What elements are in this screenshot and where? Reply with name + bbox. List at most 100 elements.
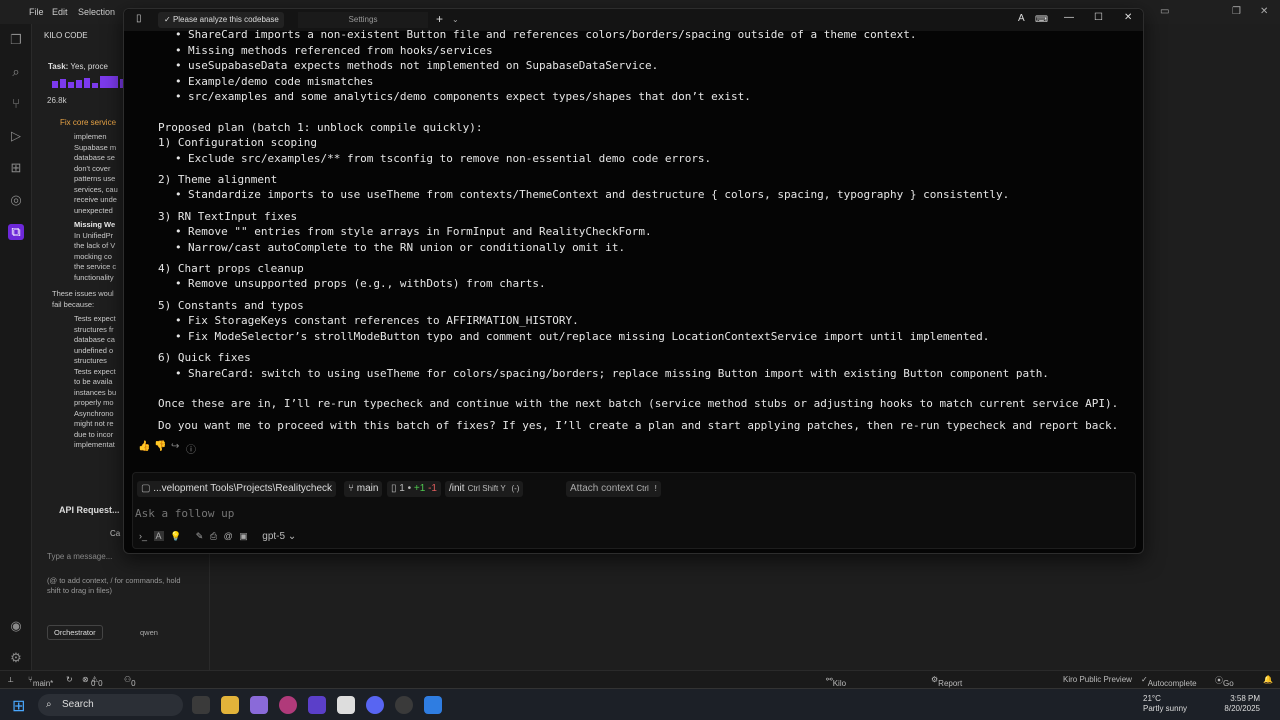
bullet-line: Missing methods referenced from hooks/se… — [158, 43, 493, 58]
cancel-button[interactable]: Ca — [110, 529, 120, 538]
mention-icon[interactable]: @ — [224, 531, 233, 541]
branch-status[interactable]: ⑂ main* — [28, 675, 53, 688]
go-live-button[interactable]: ⦿ Go Live — [1215, 675, 1238, 697]
taskbar-search[interactable]: ⌕ Search — [38, 694, 183, 716]
bullet-line: Exclude src/examples/** from tsconfig to… — [158, 151, 711, 166]
menu-selection[interactable]: Selection — [78, 7, 115, 17]
bullet-line: src/examples and some analytics/demo com… — [158, 89, 751, 104]
teams-icon[interactable] — [250, 696, 268, 714]
bullet-line: Narrow/cast autoComplete to the RN union… — [158, 240, 625, 255]
agent-mode-icon[interactable]: A — [153, 531, 164, 541]
ports-status[interactable]: ⚇ 0 — [124, 675, 136, 688]
remote-icon[interactable]: ◎ — [8, 192, 24, 208]
text-line: 4) Chart props cleanup — [158, 262, 304, 275]
tab-settings[interactable]: Settings — [298, 12, 428, 28]
bullet-line: ShareCard imports a non-existent Button … — [158, 27, 916, 42]
close-icon[interactable]: ✕ — [1260, 6, 1268, 17]
new-tab-icon[interactable]: + — [436, 12, 443, 26]
activity-bar: ❐ ⌕ ⑂ ▷ ⊞ ◎ ⧉ ◉ ⚙ — [0, 24, 32, 670]
todo-item[interactable]: Fix core service — [60, 118, 116, 127]
start-icon[interactable]: ⊞ — [12, 696, 25, 716]
remote-status-icon[interactable]: ⟂ — [8, 675, 13, 685]
bullet-line: Standardize imports to use useTheme from… — [158, 187, 1009, 202]
minimize-icon[interactable]: — — [1064, 12, 1074, 23]
panel-title: KILO CODE — [44, 31, 88, 40]
text-line: 3) RN TextInput fixes — [158, 210, 298, 223]
explorer-icon[interactable]: ❐ — [8, 32, 24, 48]
autocomplete-status[interactable]: ✓ Autocomplete — [1141, 675, 1197, 688]
agent-icon[interactable]: A — [1018, 13, 1025, 24]
bullet-line: Remove "" entries from style arrays in F… — [158, 224, 652, 239]
account-icon[interactable]: ◉ — [8, 618, 24, 634]
extensions-icon[interactable]: ⊞ — [8, 160, 24, 176]
text-line: 2) Theme alignment — [158, 173, 278, 186]
text-line: 1) Configuration scoping — [158, 136, 317, 149]
status-bar: ⟂ ⑂ main* ↻ ⊗ 0 ⚠ 0 ⚇ 0 ⚯ Kilo Inline As… — [0, 670, 1280, 715]
bullet-line: Fix ModeSelector’s strollModeButton typo… — [158, 329, 989, 344]
keyboard-icon[interactable]: ⌨ — [1035, 14, 1048, 25]
weather-widget[interactable]: 21°C Partly sunny — [1143, 694, 1187, 714]
prompt-input-box: ▢ ...velopment Tools\Projects\Realityche… — [132, 472, 1136, 549]
source-control-icon[interactable]: ⑂ — [8, 96, 24, 112]
bullet-line: Example/demo code mismatches — [158, 74, 373, 89]
discord-icon[interactable] — [366, 696, 384, 714]
kiro-status[interactable]: Kiro Public Preview — [1063, 675, 1132, 684]
info-icon[interactable]: ⓘ — [186, 441, 196, 456]
share-icon[interactable]: ↪ — [171, 441, 179, 452]
text-line: Once these are in, I’ll re-run typecheck… — [158, 397, 1119, 410]
bullet-line: ShareCard: switch to using useTheme for … — [158, 366, 1049, 381]
image-icon[interactable]: ▣ — [239, 531, 248, 541]
attach-file-icon[interactable]: ⎙ — [210, 531, 217, 541]
idea-icon[interactable]: 💡 — [170, 531, 181, 541]
sidebar-toggle-icon[interactable]: ▯ — [136, 13, 142, 24]
branch-chip[interactable]: ⑂ main — [344, 481, 383, 497]
terminal-mode-icon[interactable]: ›_ — [139, 531, 147, 541]
windows-taskbar: ⊞ ⌕ Search 21°C Partly sunny 3:58 PM 8/20/2… — [0, 688, 1280, 720]
thumbs-down-icon[interactable]: 👎 — [154, 441, 166, 452]
menu-edit[interactable]: Edit — [52, 7, 68, 17]
text-line: 6) Quick fixes — [158, 351, 251, 364]
maximize-icon[interactable]: ☐ — [1094, 12, 1103, 23]
layout-icon[interactable]: ▭ — [1160, 6, 1169, 17]
clock[interactable]: 3:58 PM 8/20/2025 — [1224, 694, 1260, 714]
close-window-icon[interactable]: ✕ — [1124, 12, 1132, 23]
problems-status[interactable]: ⊗ 0 ⚠ 0 — [82, 675, 103, 688]
restore-icon[interactable]: ❐ — [1232, 6, 1241, 17]
terminal-app-icon[interactable] — [337, 696, 355, 714]
init-command-chip[interactable]: /init Ctrl Shift Y (-) — [445, 481, 524, 497]
project-path-chip[interactable]: ▢ ...velopment Tools\Projects\Realityche… — [137, 481, 337, 497]
terminal-window: ▯ ✓ Please analyze this codebase Setting… — [123, 8, 1144, 554]
sync-icon[interactable]: ↻ — [66, 675, 73, 684]
mode-selector[interactable]: Orchestrator — [47, 625, 103, 640]
vscode-icon[interactable] — [424, 696, 442, 714]
kilo-inline-status[interactable]: ⚯ Kilo Inline Assist ($0.00) — [826, 675, 858, 715]
edit-icon[interactable]: ✎ — [196, 531, 204, 541]
tab-analyze[interactable]: ✓ Please analyze this codebase — [158, 12, 284, 28]
task-view-icon[interactable] — [192, 696, 210, 714]
search-icon[interactable]: ⌕ — [8, 64, 24, 80]
text-line: Proposed plan (batch 1: unblock compile … — [158, 121, 483, 134]
input-toolbar: ›_ A 💡 ✎ ⎙ @ ▣ gpt-5 ⌄ — [139, 531, 296, 542]
settings-gear-icon[interactable]: ⚙ — [8, 650, 24, 666]
thumbs-up-icon[interactable]: 👍 — [138, 441, 150, 452]
menu-file[interactable]: File — [29, 7, 44, 17]
file-explorer-icon[interactable] — [221, 696, 239, 714]
app-icon[interactable] — [308, 696, 326, 714]
github-icon[interactable] — [395, 696, 413, 714]
model-selector[interactable]: qwen — [140, 628, 158, 637]
message-input[interactable]: Type a message... — [47, 552, 112, 561]
follow-up-input[interactable] — [135, 507, 735, 520]
bullet-line: useSupabaseData expects methods not impl… — [158, 58, 658, 73]
report-bug-link[interactable]: ⚙ Report a bug / Suggest an idea — [931, 675, 968, 715]
task-header[interactable]: Task: Yes, proce — [48, 62, 108, 71]
attach-context-chip[interactable]: Attach context Ctrl ! — [566, 481, 661, 497]
bullet-line: Fix StorageKeys constant references to A… — [158, 313, 579, 328]
browser-icon[interactable] — [279, 696, 297, 714]
model-dropdown[interactable]: gpt-5 ⌄ — [262, 531, 296, 542]
chevron-down-icon[interactable]: ⌄ — [452, 15, 459, 24]
run-debug-icon[interactable]: ▷ — [8, 128, 24, 144]
kilo-code-icon[interactable]: ⧉ — [8, 224, 24, 240]
api-request-item[interactable]: API Request... — [59, 505, 120, 515]
changes-chip[interactable]: ▯ 1 • +1 -1 — [387, 481, 441, 497]
notifications-icon[interactable]: 🔔 — [1263, 675, 1273, 684]
